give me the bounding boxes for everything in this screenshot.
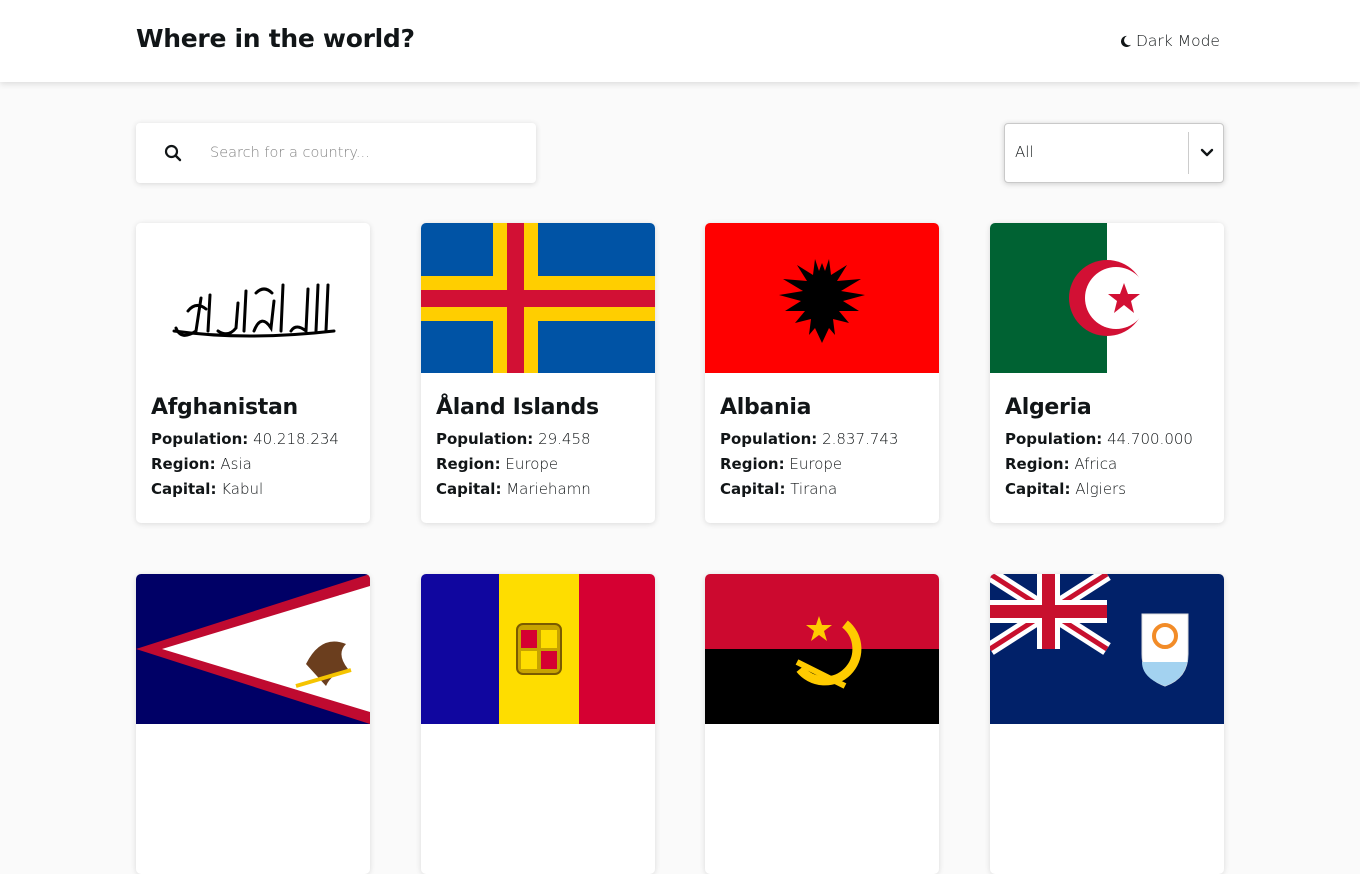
country-card-anguilla[interactable] [990,574,1224,874]
country-name: Albania [720,395,812,420]
top-header: Where in the world? Dark Mode [0,0,1360,82]
population-field: Population: 2.837.743 [720,430,899,448]
region-field: Region: Asia [151,455,252,473]
population-field: Population: 29.458 [436,430,591,448]
capital-field: Capital: Tirana [720,480,838,498]
dark-mode-label: Dark Mode [1136,32,1220,50]
country-card-afghanistan[interactable]: Afghanistan Population: 40.218.234 Regio… [136,223,370,523]
country-card-andorra[interactable] [421,574,655,874]
search-icon [164,144,182,162]
population-field: Population: 40.218.234 [151,430,339,448]
country-name: Afghanistan [151,395,298,420]
andorra-flag [421,574,655,724]
dark-mode-toggle[interactable]: Dark Mode [1119,31,1220,51]
region-field: Region: Europe [436,455,559,473]
page-title: Where in the world? [136,24,415,53]
country-name: Algeria [1005,395,1092,420]
country-card-american-samoa[interactable] [136,574,370,874]
country-card-algeria[interactable]: Algeria Population: 44.700.000 Region: A… [990,223,1224,523]
chevron-down-icon[interactable] [1200,148,1214,158]
capital-field: Capital: Mariehamn [436,480,591,498]
search-input[interactable] [210,137,510,169]
capital-field: Capital: Kabul [151,480,264,498]
american-samoa-flag [136,574,370,724]
aland-flag [421,223,655,373]
region-filter-select[interactable]: All [1004,123,1224,183]
search-box [136,123,536,183]
country-card-angola[interactable] [705,574,939,874]
afghanistan-flag [136,223,370,373]
region-field: Region: Africa [1005,455,1118,473]
population-field: Population: 44.700.000 [1005,430,1193,448]
anguilla-flag [990,574,1224,724]
moon-icon [1120,35,1132,47]
region-filter-value: All [1015,143,1034,161]
capital-field: Capital: Algiers [1005,480,1127,498]
angola-flag [705,574,939,724]
filter-separator [1188,132,1189,174]
albania-flag [705,223,939,373]
country-card-albania[interactable]: Albania Population: 2.837.743 Region: Eu… [705,223,939,523]
country-name: Åland Islands [436,395,599,420]
region-field: Region: Europe [720,455,843,473]
algeria-flag [990,223,1224,373]
country-card-aland-islands[interactable]: Åland Islands Population: 29.458 Region:… [421,223,655,523]
